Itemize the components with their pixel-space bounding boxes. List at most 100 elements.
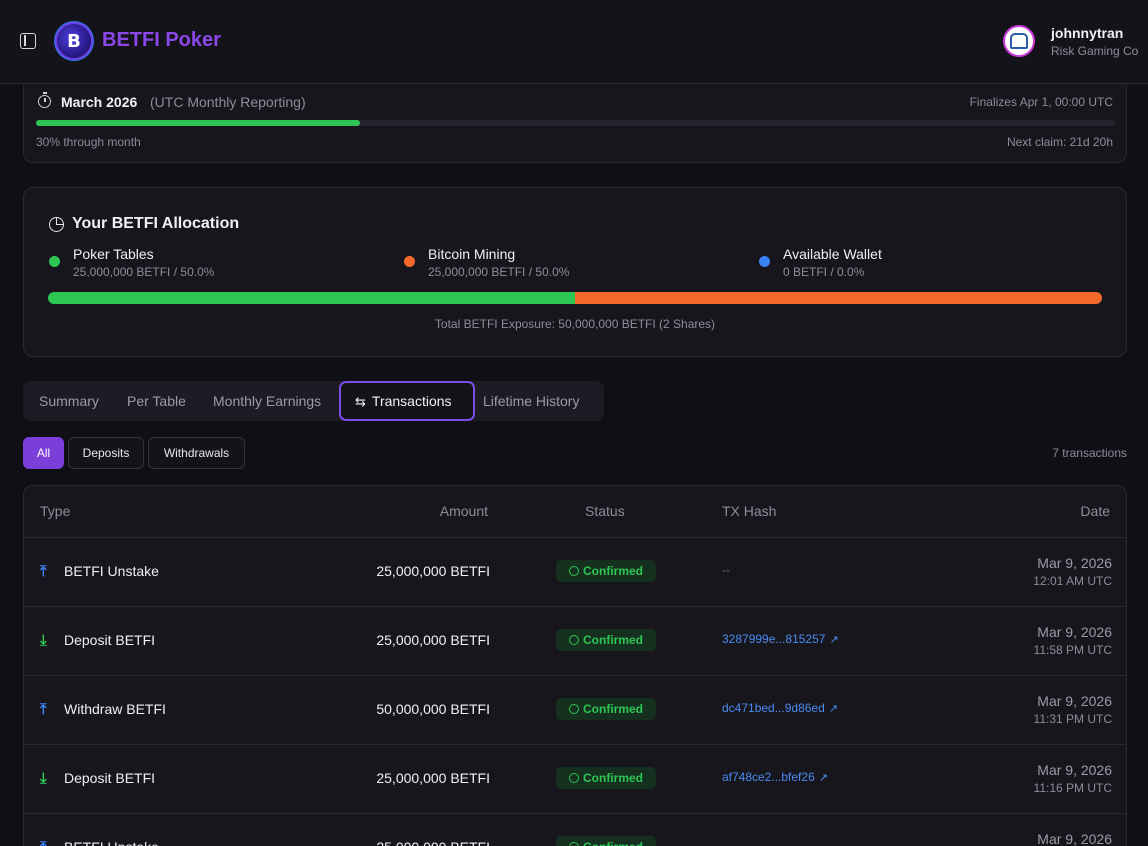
row-tx-hash[interactable]: af748ce2...bfef26 ↗ [722, 770, 828, 784]
user-org: Risk Gaming Co [1051, 44, 1139, 58]
legend-value: 25,000,000 BETFI / 50.0% [428, 265, 570, 279]
status-badge: Confirmed [556, 767, 656, 789]
brand-name[interactable]: BETFI Poker [102, 29, 221, 52]
row-date: Mar 9, 2026 [1037, 693, 1112, 709]
month-progress-card: March 2026 (UTC Monthly Reporting) Final… [23, 84, 1127, 163]
row-date: Mar 9, 2026 [1037, 555, 1112, 571]
legend-value: 0 BETFI / 0.0% [783, 265, 865, 279]
status-text: Confirmed [583, 633, 643, 647]
check-circle-icon [569, 704, 579, 714]
row-type: Withdraw BETFI [64, 701, 166, 717]
upload-icon: ⤒ [40, 700, 47, 718]
swap-icon: ⇆ [355, 395, 366, 410]
download-icon: ⤓ [40, 631, 47, 649]
table-row[interactable]: ⤒ Withdraw BETFI 50,000,000 BETFI Confirmed… [24, 675, 1126, 744]
tx-hash-text: -- [722, 563, 730, 577]
transactions-table: Type Amount Status TX Hash Date ⤒ BETFI U… [23, 485, 1127, 846]
header-date: Date [1080, 503, 1110, 519]
tab-transactions[interactable]: ⇆ Transactions [339, 381, 475, 421]
status-badge: Confirmed [556, 698, 656, 720]
external-link-icon[interactable]: ↗ [829, 702, 838, 715]
row-date: Mar 9, 2026 [1037, 831, 1112, 846]
allocation-card: Your BETFI Allocation Poker Tables 25,00… [23, 187, 1127, 357]
status-badge: Confirmed [556, 629, 656, 651]
row-tx-hash: -- [722, 839, 730, 846]
brand-logo-letter: B [67, 30, 81, 52]
next-claim-label: Next claim: 21d 20h [1006, 135, 1113, 149]
legend-dot [49, 256, 60, 267]
sidebar-toggle-icon[interactable] [20, 33, 36, 49]
top-bar: B BETFI Poker johnnytran Risk Gaming Co [0, 0, 1148, 84]
tab-transactions-label: Transactions [371, 393, 452, 409]
filter-withdrawals-button[interactable]: Withdrawals [148, 437, 245, 469]
check-circle-icon [569, 773, 579, 783]
tab-per-table[interactable]: Per Table [127, 381, 186, 421]
legend-name: Poker Tables [73, 246, 154, 262]
status-text: Confirmed [583, 564, 643, 578]
tab-lifetime-history[interactable]: Lifetime History [483, 381, 579, 421]
brand-logo[interactable]: B [57, 24, 91, 58]
month-subtitle: (UTC Monthly Reporting) [150, 94, 306, 110]
header-amount: Amount [439, 503, 488, 519]
row-tx-hash[interactable]: 3287999e...815257 ↗ [722, 632, 839, 646]
row-date: Mar 9, 2026 [1037, 762, 1112, 778]
allocation-title: Your BETFI Allocation [72, 215, 240, 232]
row-time: 12:01 AM UTC [1033, 574, 1112, 588]
timer-icon [38, 92, 51, 108]
filter-all-button[interactable]: All [23, 437, 64, 469]
tx-hash-text: dc471bed...9d86ed [722, 701, 825, 715]
header-tx-hash: TX Hash [722, 503, 777, 519]
month-title: March 2026 [61, 94, 138, 110]
row-type: Deposit BETFI [64, 632, 156, 648]
avatar-logo-icon [1010, 33, 1028, 49]
allocation-segment [575, 292, 1102, 304]
allocation-segment [48, 292, 575, 304]
legend-dot [759, 256, 770, 267]
row-date: Mar 9, 2026 [1037, 624, 1112, 640]
header-status: Status [585, 503, 625, 519]
tab-bar: Summary Per Table Monthly Earnings ⇆ Tran… [23, 381, 604, 421]
filter-deposits-button[interactable]: Deposits [68, 437, 144, 469]
user-name[interactable]: johnnytran [1051, 25, 1123, 41]
row-time: 11:16 PM UTC [1033, 781, 1112, 795]
month-progress-bar [36, 120, 1115, 126]
tab-summary[interactable]: Summary [39, 381, 99, 421]
status-badge: Confirmed [556, 560, 656, 582]
status-text: Confirmed [583, 771, 643, 785]
table-row[interactable]: ⤒ BETFI Unstake 25,000,000 BETFI Confirmed -… [24, 537, 1126, 606]
row-tx-hash[interactable]: dc471bed...9d86ed ↗ [722, 701, 838, 715]
user-avatar[interactable] [1003, 25, 1035, 57]
external-link-icon[interactable]: ↗ [819, 771, 828, 784]
upload-icon: ⤒ [40, 838, 47, 846]
row-amount: 25,000,000 BETFI [376, 563, 490, 579]
external-link-icon[interactable]: ↗ [829, 633, 838, 646]
status-badge: Confirmed [556, 836, 656, 846]
row-type: Deposit BETFI [64, 770, 156, 786]
table-row[interactable]: ⤓ Deposit BETFI 25,000,000 BETFI Confirmed a… [24, 744, 1126, 813]
check-circle-icon [569, 842, 579, 846]
status-text: Confirmed [583, 840, 643, 846]
row-amount: 25,000,000 BETFI [376, 770, 490, 786]
pie-chart-icon [49, 217, 64, 232]
legend-value: 25,000,000 BETFI / 50.0% [73, 265, 215, 279]
download-icon: ⤓ [40, 769, 47, 787]
legend-dot [404, 256, 415, 267]
table-row[interactable]: ⤒ BETFI Unstake 25,000,000 BETFI Confirmed -… [24, 813, 1126, 846]
row-amount: 50,000,000 BETFI [376, 701, 490, 717]
row-type: BETFI Unstake [64, 563, 159, 579]
table-row[interactable]: ⤓ Deposit BETFI 25,000,000 BETFI Confirmed 3… [24, 606, 1126, 675]
month-progress-label: 30% through month [36, 135, 141, 149]
upload-icon: ⤒ [40, 562, 47, 580]
tx-hash-text: 3287999e...815257 [722, 632, 826, 646]
row-time: 11:31 PM UTC [1033, 712, 1112, 726]
row-time: 11:58 PM UTC [1033, 643, 1112, 657]
row-amount: 25,000,000 BETFI [376, 839, 490, 846]
row-type: BETFI Unstake [64, 839, 159, 846]
tx-hash-text: -- [722, 839, 730, 846]
total-exposure: Total BETFI Exposure: 50,000,000 BETFI (… [434, 317, 716, 331]
row-tx-hash: -- [722, 563, 730, 577]
allocation-bar [48, 292, 1102, 304]
check-circle-icon [569, 635, 579, 645]
tab-monthly-earnings[interactable]: Monthly Earnings [213, 381, 321, 421]
check-circle-icon [569, 566, 579, 576]
